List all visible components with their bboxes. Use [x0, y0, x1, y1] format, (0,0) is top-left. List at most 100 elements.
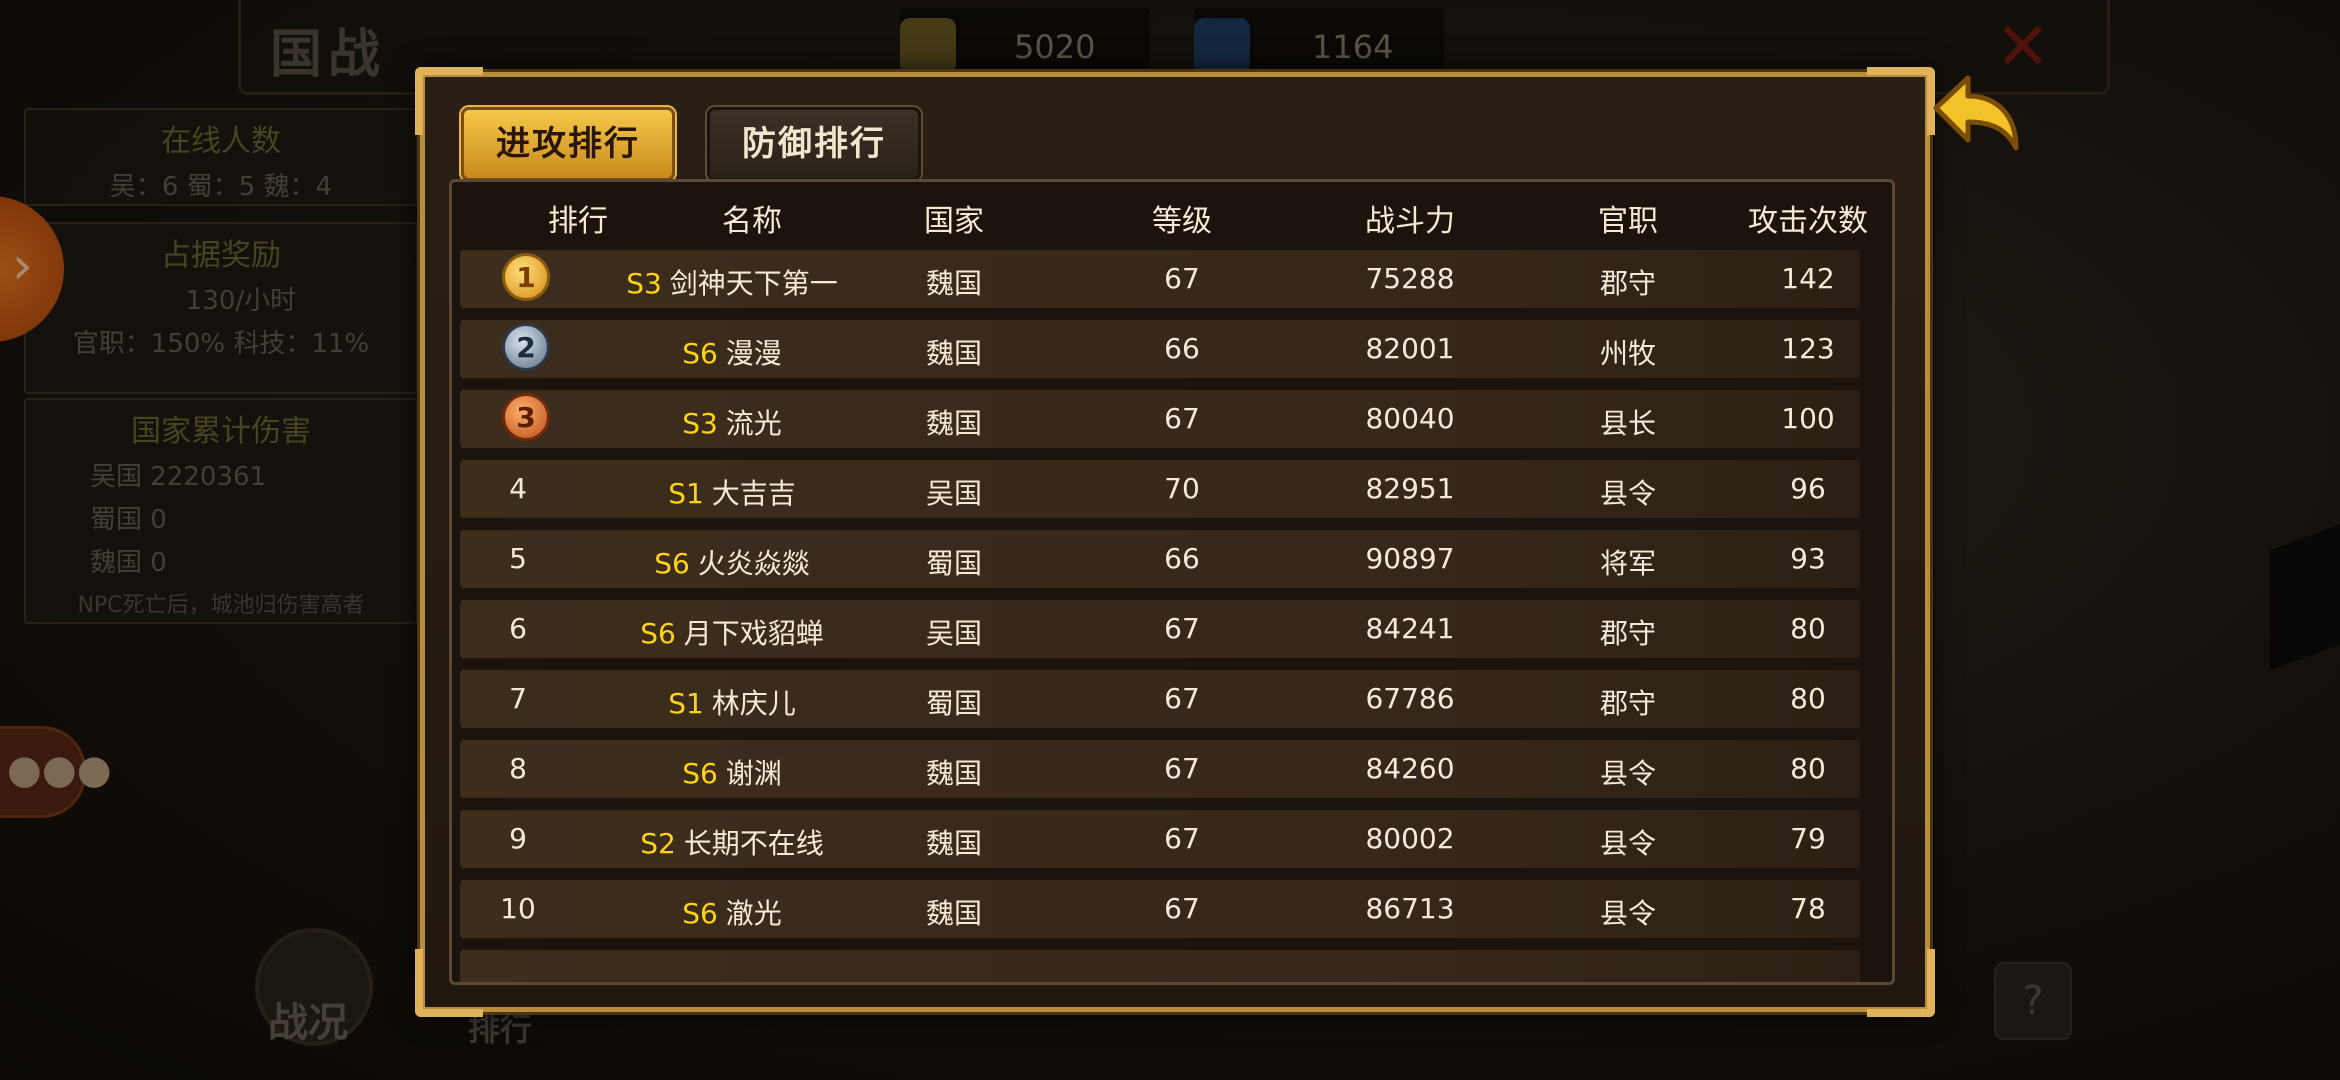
level: 67: [1164, 752, 1200, 785]
attack-count: 80: [1790, 682, 1826, 715]
chat-bubble-icon: ●●●: [7, 747, 112, 793]
official-title: 将军: [1599, 547, 1657, 580]
resource-scroll: 5020: [900, 8, 1150, 74]
server-tag: S6: [682, 897, 718, 930]
power: 82951: [1365, 472, 1455, 505]
name-text: 流光: [725, 407, 782, 440]
damage-line: 魏国 0: [90, 548, 167, 578]
power: 82001: [1365, 332, 1455, 365]
ranking-table: 排行 名称 国家 等级 战斗力 官职 攻击次数 1 S3 剑神天下第一 魏国 67…: [449, 179, 1895, 985]
player-name: S6 火炎焱燚: [654, 542, 810, 582]
official-title: 县长: [1599, 407, 1657, 440]
server-tag: S1: [668, 687, 704, 720]
server-tag: S2: [640, 827, 676, 860]
table-row[interactable]: 8 S6 谢渊 魏国 67 84260 县令 80: [460, 740, 1860, 798]
damage-line: 蜀国 0: [90, 505, 167, 535]
country: 吴国: [925, 477, 983, 510]
name-text: 漫漫: [725, 337, 782, 370]
bronze-medal-icon: 3: [502, 393, 550, 441]
header-rank: 排行: [548, 204, 608, 239]
table-row-partial[interactable]: [460, 950, 1860, 982]
rank-number: 8: [509, 752, 527, 785]
rank-number: 6: [509, 612, 527, 645]
player-name: S3 流光: [682, 402, 782, 442]
side-decoration: [2270, 509, 2340, 671]
table-row[interactable]: 9 S2 长期不在线 魏国 67 80002 县令 79: [460, 810, 1860, 868]
country: 蜀国: [925, 547, 983, 580]
name-text: 火炎焱燚: [697, 547, 810, 580]
level: 67: [1164, 822, 1200, 855]
damage-panel: 国家累计伤害 吴国 2220361 蜀国 0 魏国 0 NPC死亡后，城池归伤害…: [24, 398, 418, 624]
official-title: 县令: [1599, 757, 1657, 790]
scroll-icon: [900, 18, 956, 74]
resource-gem: 1164: [1194, 8, 1444, 74]
tab-defense-ranking[interactable]: 防御排行: [707, 107, 921, 181]
war-status-label: 战况: [268, 1000, 348, 1046]
name-text: 长期不在线: [683, 827, 824, 860]
back-arrow-icon[interactable]: [1928, 68, 2024, 164]
player-name: S1 大吉吉: [668, 472, 796, 512]
level: 67: [1164, 892, 1200, 925]
name-text: 剑神天下第一: [669, 267, 838, 300]
player-name: S1 林庆儿: [668, 682, 796, 722]
tab-attack-ranking[interactable]: 进攻排行: [461, 107, 675, 192]
country: 魏国: [925, 337, 983, 370]
power: 67786: [1365, 682, 1455, 715]
country: 魏国: [925, 827, 983, 860]
server-tag: S6: [682, 757, 718, 790]
rank-number: 4: [509, 472, 527, 505]
country: 吴国: [925, 617, 983, 650]
level: 67: [1164, 682, 1200, 715]
official-title: 郡守: [1599, 617, 1657, 650]
server-tag: S6: [640, 617, 676, 650]
header-title: 官职: [1598, 204, 1658, 239]
official-title: 县令: [1599, 827, 1657, 860]
power: 86713: [1365, 892, 1455, 925]
power: 84260: [1365, 752, 1455, 785]
attack-count: 123: [1781, 332, 1835, 365]
country: 魏国: [925, 897, 983, 930]
table-body[interactable]: 1 S3 剑神天下第一 魏国 67 75288 郡守 142 2 S6 漫漫 魏国 …: [452, 250, 1892, 982]
table-row[interactable]: 10 S6 澈光 魏国 67 86713 县令 78: [460, 880, 1860, 938]
scroll-count: 5020: [1014, 28, 1096, 66]
player-name: S6 月下戏貂蝉: [640, 612, 824, 652]
country: 魏国: [925, 757, 983, 790]
attack-count: 80: [1790, 752, 1826, 785]
table-row[interactable]: 1 S3 剑神天下第一 魏国 67 75288 郡守 142: [460, 250, 1860, 308]
attack-count: 96: [1790, 472, 1826, 505]
level: 67: [1164, 612, 1200, 645]
chat-button[interactable]: ●●●: [0, 726, 112, 818]
level: 70: [1164, 472, 1200, 505]
name-text: 谢渊: [725, 757, 782, 790]
server-tag: S6: [654, 547, 690, 580]
table-row[interactable]: 6 S6 月下戏貂蝉 吴国 67 84241 郡守 80: [460, 600, 1860, 658]
table-row[interactable]: 7 S1 林庆儿 蜀国 67 67786 郡守 80: [460, 670, 1860, 728]
table-row[interactable]: 4 S1 大吉吉 吴国 70 82951 县令 96: [460, 460, 1860, 518]
level: 67: [1164, 262, 1200, 295]
attack-count: 79: [1790, 822, 1826, 855]
level: 67: [1164, 402, 1200, 435]
table-header: 排行 名称 国家 等级 战斗力 官职 攻击次数: [452, 182, 1892, 250]
name-text: 月下戏貂蝉: [683, 617, 824, 650]
rank-number: 9: [509, 822, 527, 855]
country: 魏国: [925, 407, 983, 440]
header-country: 国家: [924, 204, 984, 239]
silver-medal-icon: 2: [502, 323, 550, 371]
country: 蜀国: [925, 687, 983, 720]
attack-count: 93: [1790, 542, 1826, 575]
rank-number: 5: [509, 542, 527, 575]
chevron-right-icon: ›: [12, 236, 33, 296]
server-tag: S6: [682, 337, 718, 370]
reward-bonus: 官职：150% 科技：11%: [72, 329, 370, 359]
damage-note: NPC死亡后，城池归伤害高者: [77, 593, 365, 618]
table-row[interactable]: 5 S6 火炎焱燚 蜀国 66 90897 将军 93: [460, 530, 1860, 588]
online-panel: 在线人数 吴：6 蜀：5 魏：4: [24, 108, 418, 206]
table-row[interactable]: 3 S3 流光 魏国 67 80040 县长 100: [460, 390, 1860, 448]
official-title: 县令: [1599, 897, 1657, 930]
table-row[interactable]: 2 S6 漫漫 魏国 66 82001 州牧 123: [460, 320, 1860, 378]
country: 魏国: [925, 267, 983, 300]
level: 66: [1164, 542, 1200, 575]
reward-rate: 130/小时: [185, 286, 297, 316]
power: 84241: [1365, 612, 1455, 645]
help-button[interactable]: ?: [1994, 962, 2072, 1040]
